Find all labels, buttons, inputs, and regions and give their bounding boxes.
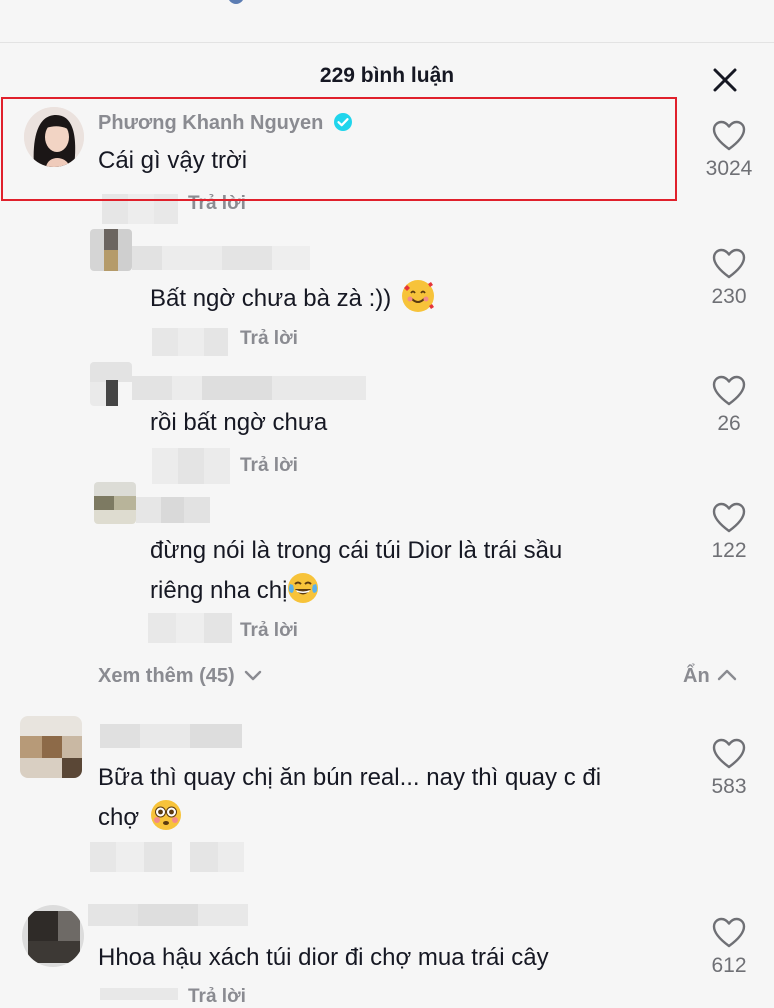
blurred-date — [152, 328, 228, 356]
avatar[interactable] — [22, 905, 84, 967]
like-count: 122 — [711, 539, 747, 562]
reply-button[interactable]: Trả lời — [240, 620, 298, 642]
blurred-reply — [190, 842, 244, 872]
comment-text: Bất ngờ chưa bà zà :)) — [150, 279, 434, 319]
highlight-box — [1, 97, 677, 201]
like-button[interactable]: 612 — [694, 917, 764, 978]
like-button[interactable]: 230 — [694, 248, 764, 309]
like-button[interactable]: 583 — [694, 738, 764, 799]
heart-outline-icon — [712, 375, 746, 406]
chevron-up-icon — [718, 669, 737, 681]
close-button[interactable] — [709, 64, 741, 96]
blurred-date — [152, 448, 230, 484]
reply-button[interactable]: Trả lời — [240, 455, 298, 477]
avatar[interactable] — [90, 229, 132, 271]
comment-text: đừng nói là trong cái túi Dior là trái s… — [150, 537, 563, 604]
heart-outline-icon — [712, 738, 746, 769]
like-button[interactable]: 3024 — [694, 120, 764, 181]
blurred-username — [132, 376, 366, 400]
heart-outline-icon — [712, 917, 746, 948]
flushed-face-icon — [150, 799, 182, 831]
smiling-face-with-hearts-icon — [401, 280, 434, 312]
avatar[interactable] — [20, 716, 82, 778]
comment-text: Hhoa hậu xách túi dior đi chợ mua trái c… — [98, 944, 549, 971]
blurred-username — [100, 724, 242, 748]
comment-text: rồi bất ngờ chưa — [150, 409, 328, 436]
like-count: 26 — [717, 412, 741, 435]
avatar[interactable] — [90, 362, 132, 406]
chevron-down-icon — [245, 670, 262, 681]
blurred-username — [88, 904, 248, 926]
blurred-username — [136, 497, 210, 523]
like-count: 3024 — [705, 157, 753, 180]
top-strip — [0, 0, 774, 43]
hide-replies-button[interactable]: Ẩn — [683, 665, 737, 688]
like-count: 612 — [711, 954, 747, 977]
reply-button[interactable]: Trả lời — [240, 328, 298, 350]
blurred-date — [100, 988, 178, 1000]
close-icon — [713, 68, 737, 92]
tab-indicator — [228, 0, 244, 4]
like-button[interactable]: 26 — [694, 375, 764, 436]
blurred-username — [132, 246, 310, 270]
blurred-date — [148, 613, 232, 643]
avatar[interactable] — [94, 482, 136, 524]
comment-text: Bữa thì quay chị ăn bún real... nay thì … — [98, 764, 602, 831]
like-count: 583 — [711, 775, 747, 798]
see-more-replies-button[interactable]: Xem thêm (45) — [98, 665, 262, 688]
like-button[interactable]: 122 — [694, 502, 764, 563]
tears-of-joy-icon — [287, 572, 319, 604]
blurred-date — [90, 842, 172, 872]
reply-button[interactable]: Trả lời — [188, 986, 246, 1008]
like-count: 230 — [711, 285, 747, 308]
comments-count-title: 229 bình luận — [319, 64, 455, 87]
heart-outline-icon — [712, 248, 746, 279]
heart-outline-icon — [712, 502, 746, 533]
heart-outline-icon — [712, 120, 746, 151]
